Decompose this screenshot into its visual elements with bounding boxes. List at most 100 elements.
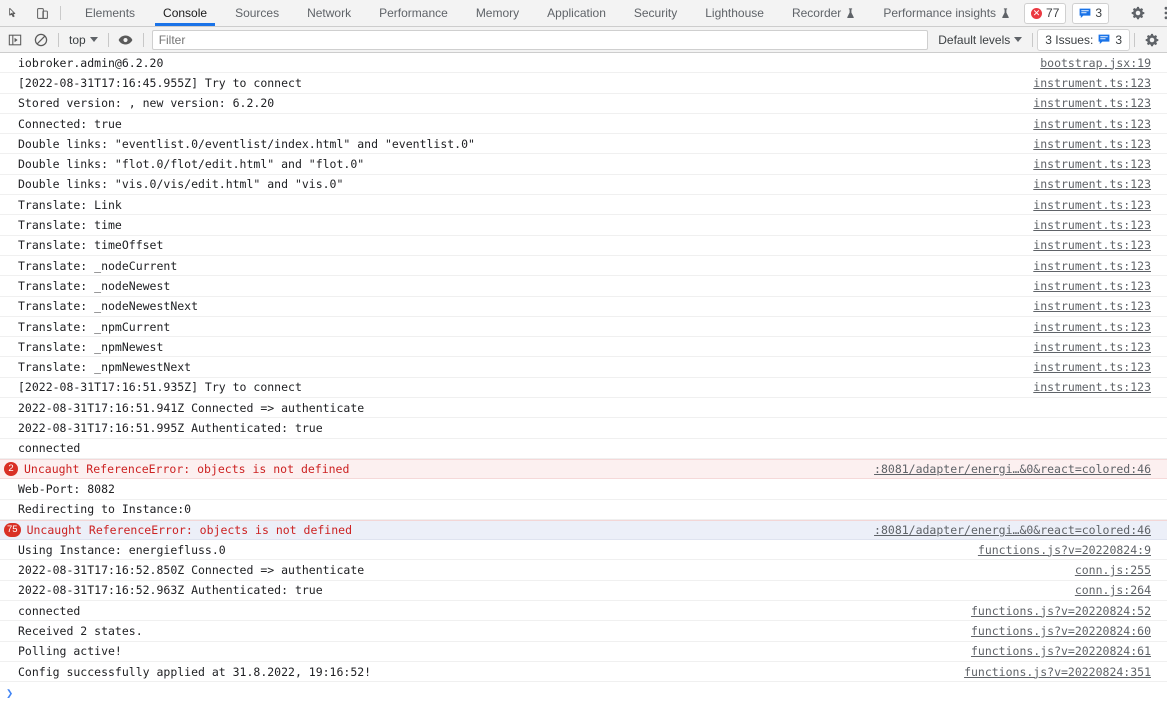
console-log-row[interactable]: Double links: "vis.0/vis/edit.html" and … — [0, 175, 1167, 196]
filter-input[interactable] — [151, 29, 929, 50]
console-source-link[interactable]: :8081/adapter/energi…&0&react=colored:46 — [874, 462, 1167, 476]
console-source-link[interactable]: instrument.ts:123 — [1033, 177, 1167, 191]
speech-bubble-icon — [1079, 8, 1091, 19]
live-expression-eye-icon[interactable] — [113, 28, 139, 52]
console-log-row[interactable]: Translate: _npmNewestNext instrument.ts:1… — [0, 357, 1167, 378]
console-sidebar-icon[interactable] — [2, 28, 28, 52]
console-log-row[interactable]: Double links: "flot.0/flot/edit.html" an… — [0, 154, 1167, 175]
inspect-cursor-icon[interactable] — [0, 0, 28, 26]
console-log-row[interactable]: 2022-08-31T17:16:52.850Z Connected => au… — [0, 560, 1167, 581]
tab-sources[interactable]: Sources — [221, 0, 293, 26]
console-message-text: Translate: time — [18, 218, 122, 233]
flask-icon — [846, 7, 855, 19]
console-source-link[interactable]: instrument.ts:123 — [1033, 117, 1167, 131]
console-log-row[interactable]: Translate: timeOffset instrument.ts:123 — [0, 236, 1167, 256]
console-log-row[interactable]: Using Instance: energiefluss.0 functions.… — [0, 540, 1167, 561]
console-source-link[interactable]: instrument.ts:123 — [1033, 320, 1167, 334]
tab-performance[interactable]: Performance — [365, 0, 462, 26]
console-log-row[interactable]: Double links: "eventlist.0/eventlist/ind… — [0, 134, 1167, 155]
console-log-row[interactable]: [2022-08-31T17:16:45.955Z] Try to connec… — [0, 73, 1167, 94]
console-source-link[interactable]: instrument.ts:123 — [1033, 137, 1167, 151]
tab-memory[interactable]: Memory — [462, 0, 533, 26]
console-source-link[interactable]: functions.js?v=20220824:60 — [971, 624, 1167, 638]
console-source-link[interactable]: functions.js?v=20220824:9 — [978, 543, 1167, 557]
console-log-row[interactable]: connected functions.js?v=20220824:52 — [0, 601, 1167, 622]
speech-bubble-glyph — [1079, 8, 1091, 18]
gear-icon[interactable] — [1124, 6, 1152, 20]
log-level-selector[interactable]: Default levels — [932, 30, 1028, 50]
toolbar-divider — [142, 32, 144, 47]
console-prompt-row[interactable]: ❯ — [0, 682, 1167, 703]
console-log-row[interactable]: Translate: _npmCurrent instrument.ts:123 — [0, 317, 1167, 338]
tab-security[interactable]: Security — [620, 0, 691, 26]
console-source-link[interactable]: instrument.ts:123 — [1033, 238, 1167, 252]
device-toolbar-icon[interactable] — [28, 0, 56, 26]
console-source-link[interactable]: functions.js?v=20220824:61 — [971, 644, 1167, 658]
console-source-link[interactable]: instrument.ts:123 — [1033, 380, 1167, 394]
console-source-link[interactable]: instrument.ts:123 — [1033, 76, 1167, 90]
console-log-row[interactable]: Connected: true instrument.ts:123 — [0, 114, 1167, 135]
tab-recorder[interactable]: Recorder — [778, 0, 869, 26]
console-source-link[interactable]: instrument.ts:123 — [1033, 218, 1167, 232]
console-source-link[interactable]: :8081/adapter/energi…&0&react=colored:46 — [874, 523, 1167, 537]
gear-glyph — [1131, 6, 1145, 20]
console-log-row[interactable]: Translate: _nodeNewestNext instrument.ts:… — [0, 297, 1167, 317]
tab-lighthouse[interactable]: Lighthouse — [691, 0, 778, 26]
console-source-link[interactable]: conn.js:255 — [1075, 563, 1167, 577]
console-source-link[interactable]: instrument.ts:123 — [1033, 259, 1167, 273]
console-log-row[interactable]: Stored version: , new version: 6.2.20 ins… — [0, 94, 1167, 114]
tab-network[interactable]: Network — [293, 0, 365, 26]
console-toolbar: top Default levels 3 Issues: 3 — [0, 27, 1167, 53]
console-message-text: Received 2 states. — [18, 623, 143, 638]
message-counter-button[interactable]: 3 — [1072, 2, 1110, 24]
console-source-link[interactable]: instrument.ts:123 — [1033, 198, 1167, 212]
console-log-row[interactable]: [2022-08-31T17:16:51.935Z] Try to connec… — [0, 378, 1167, 399]
console-message-list[interactable]: iobroker.admin@6.2.20 bootstrap.jsx:19 [20… — [0, 53, 1167, 703]
console-log-row[interactable]: Polling active! functions.js?v=20220824:6… — [0, 642, 1167, 662]
error-repeat-count-badge: 2 — [4, 462, 18, 477]
console-source-link[interactable]: conn.js:264 — [1075, 583, 1167, 597]
tab-elements[interactable]: Elements — [71, 0, 149, 26]
console-error-row[interactable]: 2 Uncaught ReferenceError: objects is not… — [0, 458, 1167, 480]
tab-label: Memory — [475, 6, 520, 20]
console-source-link[interactable]: instrument.ts:123 — [1033, 340, 1167, 354]
console-log-row[interactable]: Received 2 states. functions.js?v=2022082… — [0, 621, 1167, 642]
console-settings-gear-icon[interactable] — [1139, 28, 1165, 52]
console-log-row[interactable]: Translate: time instrument.ts:123 — [0, 215, 1167, 236]
console-message-text: Translate: _nodeNewestNext — [18, 299, 199, 314]
console-error-row[interactable]: 75 Uncaught ReferenceError: objects is no… — [0, 519, 1167, 541]
clear-console-icon[interactable] — [28, 28, 54, 52]
console-source-link[interactable]: instrument.ts:123 — [1033, 360, 1167, 374]
execution-context-selector[interactable]: top — [63, 30, 104, 50]
console-source-link[interactable]: functions.js?v=20220824:52 — [971, 604, 1167, 618]
console-log-row[interactable]: Translate: _npmNewest instrument.ts:123 — [0, 337, 1167, 358]
console-source-link[interactable]: bootstrap.jsx:19 — [1040, 56, 1167, 70]
tab-label: Recorder — [791, 6, 842, 20]
more-vertical-icon[interactable] — [1152, 6, 1167, 20]
issues-button[interactable]: 3 Issues: 3 — [1037, 28, 1130, 51]
tab-label: Security — [633, 6, 678, 20]
console-log-row[interactable]: 2022-08-31T17:16:51.941Z Connected => au… — [0, 398, 1167, 419]
console-log-row[interactable]: Translate: Link instrument.ts:123 — [0, 195, 1167, 216]
tab-application[interactable]: Application — [533, 0, 620, 26]
console-log-row[interactable]: 2022-08-31T17:16:51.995Z Authenticated: … — [0, 418, 1167, 439]
console-source-link[interactable]: instrument.ts:123 — [1033, 299, 1167, 313]
console-message-text: 2022-08-31T17:16:52.850Z Connected => au… — [18, 563, 365, 578]
tab-performance-insights[interactable]: Performance insights — [869, 0, 1024, 26]
console-log-row[interactable]: 2022-08-31T17:16:52.963Z Authenticated: … — [0, 581, 1167, 602]
console-source-link[interactable]: instrument.ts:123 — [1033, 157, 1167, 171]
console-source-link[interactable]: instrument.ts:123 — [1033, 96, 1167, 110]
tab-console[interactable]: Console — [149, 0, 221, 26]
panel-tabs: Elements Console Sources Network Perform… — [71, 0, 1024, 26]
console-log-row[interactable]: Translate: _nodeCurrent instrument.ts:123 — [0, 256, 1167, 277]
console-log-row[interactable]: Web-Port: 8082 — [0, 479, 1167, 500]
console-source-link[interactable]: functions.js?v=20220824:351 — [964, 665, 1167, 679]
console-log-row[interactable]: connected — [0, 439, 1167, 459]
console-message-text: Translate: Link — [18, 197, 122, 212]
console-source-link[interactable]: instrument.ts:123 — [1033, 279, 1167, 293]
console-log-row[interactable]: Config successfully applied at 31.8.2022… — [0, 662, 1167, 683]
console-log-row[interactable]: Redirecting to Instance:0 — [0, 500, 1167, 520]
error-counter-button[interactable]: ✕ 77 — [1024, 2, 1067, 24]
console-log-row[interactable]: iobroker.admin@6.2.20 bootstrap.jsx:19 — [0, 53, 1167, 74]
console-log-row[interactable]: Translate: _nodeNewest instrument.ts:123 — [0, 276, 1167, 297]
